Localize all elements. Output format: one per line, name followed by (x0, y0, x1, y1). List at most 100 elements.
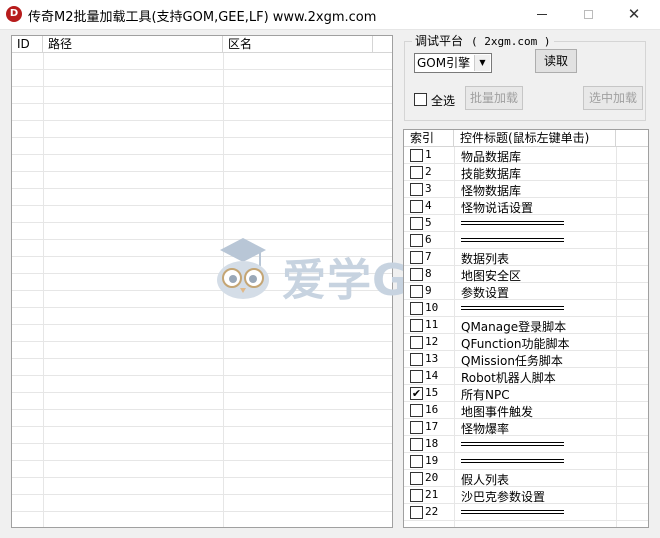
row-checkbox[interactable] (410, 421, 423, 434)
control-row[interactable]: 9 参数设置 (404, 283, 648, 300)
control-list[interactable]: 索引 控件标题(鼠标左键单击) 1 物品数据库 2 技能数据库 3 怪物数据库 4 怪物说话设… (403, 129, 649, 528)
control-row[interactable]: 2 技能数据库 (404, 164, 648, 181)
control-row[interactable]: 3 怪物数据库 (404, 181, 648, 198)
row-checkbox[interactable] (410, 268, 423, 281)
row-index: 19 (425, 454, 439, 467)
row-title: Robot机器人脚本 (461, 371, 556, 385)
separator-line (461, 306, 564, 310)
control-row[interactable]: 11 QManage登录脚本 (404, 317, 648, 334)
grid-line (43, 53, 44, 527)
column-header-path[interactable]: 路径 (43, 36, 223, 53)
minimize-button[interactable] (519, 0, 565, 29)
control-row[interactable]: 12 QFunction功能脚本 (404, 334, 648, 351)
row-checkbox[interactable] (410, 166, 423, 179)
row-title: 地图事件触发 (461, 405, 534, 419)
row-title: 参数设置 (461, 286, 510, 300)
row-title: 怪物爆率 (461, 422, 510, 436)
load-selected-button[interactable]: 选中加载 (583, 86, 643, 110)
batch-load-button[interactable]: 批量加载 (465, 86, 523, 110)
control-row[interactable]: 14 Robot机器人脚本 (404, 368, 648, 385)
row-index: 2 (425, 165, 432, 178)
row-checkbox[interactable] (410, 217, 423, 230)
control-row[interactable]: 8 地图安全区 (404, 266, 648, 283)
platform-label: 调试平台 (415, 34, 464, 48)
row-checkbox[interactable] (410, 319, 423, 332)
row-checkbox[interactable] (410, 489, 423, 502)
control-row[interactable]: 5 (404, 215, 648, 232)
row-index: 20 (425, 471, 439, 484)
row-checkbox[interactable] (410, 200, 423, 213)
row-title: 地图安全区 (461, 269, 522, 283)
row-checkbox[interactable] (410, 302, 423, 315)
app-icon: D (6, 6, 22, 22)
row-index: 1 (425, 148, 432, 161)
separator-line (461, 442, 564, 446)
control-row[interactable]: 10 (404, 300, 648, 317)
row-index: 16 (425, 403, 439, 416)
row-index: 9 (425, 284, 432, 297)
row-index: 5 (425, 216, 432, 229)
row-checkbox[interactable]: ✔ (410, 387, 423, 400)
row-checkbox[interactable] (410, 370, 423, 383)
row-checkbox[interactable] (410, 251, 423, 264)
engine-select[interactable]: GOM引擎 ▼ (414, 53, 492, 73)
control-row[interactable]: 13 QMission任务脚本 (404, 351, 648, 368)
row-index: 17 (425, 420, 439, 433)
row-title: QFunction功能脚本 (461, 337, 570, 351)
row-index: 11 (425, 318, 439, 331)
control-row[interactable]: 18 (404, 436, 648, 453)
row-title: 假人列表 (461, 473, 510, 487)
close-button[interactable]: ✕ (611, 0, 657, 29)
row-index: 21 (425, 488, 439, 501)
row-title: QMission任务脚本 (461, 354, 563, 368)
row-checkbox[interactable] (410, 404, 423, 417)
column-header-title[interactable]: 控件标题(鼠标左键单击) (454, 130, 616, 147)
row-index: 6 (425, 233, 432, 246)
row-checkbox[interactable] (410, 353, 423, 366)
row-checkbox[interactable] (410, 149, 423, 162)
select-all-label[interactable]: 全选 (431, 92, 455, 109)
row-index: 14 (425, 369, 439, 382)
separator-line (461, 459, 564, 463)
row-checkbox[interactable] (410, 336, 423, 349)
select-all-checkbox[interactable] (414, 93, 427, 106)
dropdown-arrow-icon[interactable]: ▼ (474, 55, 490, 71)
control-row[interactable]: 21 沙巴克参数设置 (404, 487, 648, 504)
row-title: 所有NPC (461, 388, 510, 402)
read-button[interactable]: 读取 (535, 49, 577, 73)
row-title: 数据列表 (461, 252, 510, 266)
row-title: 怪物数据库 (461, 184, 522, 198)
row-title: 物品数据库 (461, 150, 522, 164)
debug-platform-label: 调试平台 ( 2xgm.com ) (412, 32, 554, 49)
row-title: 沙巴克参数设置 (461, 490, 546, 504)
maximize-icon (583, 10, 593, 19)
control-row[interactable]: 7 数据列表 (404, 249, 648, 266)
row-checkbox[interactable] (410, 506, 423, 519)
control-row[interactable]: 19 (404, 453, 648, 470)
column-header-index[interactable]: 索引 (404, 130, 454, 147)
control-row[interactable]: 20 假人列表 (404, 470, 648, 487)
column-header-id[interactable]: ID (12, 36, 43, 53)
row-checkbox[interactable] (410, 455, 423, 468)
row-index: 8 (425, 267, 432, 280)
server-list-header: ID 路径 区名 (12, 36, 392, 53)
control-row[interactable]: 17 怪物爆率 (404, 419, 648, 436)
row-index: 12 (425, 335, 439, 348)
row-checkbox[interactable] (410, 285, 423, 298)
control-row[interactable]: 1 物品数据库 (404, 147, 648, 164)
control-row[interactable]: 6 (404, 232, 648, 249)
control-list-header: 索引 控件标题(鼠标左键单击) (404, 130, 648, 147)
row-checkbox[interactable] (410, 438, 423, 451)
row-checkbox[interactable] (410, 472, 423, 485)
column-header-zone[interactable]: 区名 (223, 36, 373, 53)
row-checkbox[interactable] (410, 234, 423, 247)
control-row[interactable]: 4 怪物说话设置 (404, 198, 648, 215)
control-row[interactable]: 16 地图事件触发 (404, 402, 648, 419)
control-row[interactable]: 22 (404, 504, 648, 521)
row-index: 22 (425, 505, 439, 518)
row-checkbox[interactable] (410, 183, 423, 196)
row-title: 技能数据库 (461, 167, 522, 181)
control-row[interactable]: ✔ 15 所有NPC (404, 385, 648, 402)
column-header-filler (373, 36, 392, 53)
title-bar: D 传奇M2批量加载工具(支持GOM,GEE,LF) www.2xgm.com … (0, 0, 660, 30)
